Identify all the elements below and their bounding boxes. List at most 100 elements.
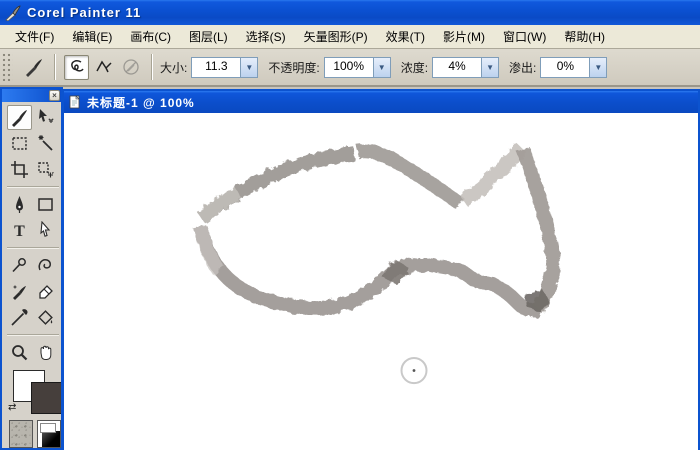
pattern-preview [42,431,60,447]
white-arrow-icon [40,221,51,237]
paint-bucket-icon [38,310,53,325]
tool-magic-wand[interactable] [33,131,58,156]
tool-dropper[interactable] [7,305,32,330]
divider [7,247,59,249]
opacity-control: 不透明度: 100% ▼ [268,56,391,78]
scissors-icon [12,258,26,273]
toolbox-palette: × T ⇄ [0,87,63,450]
marquee-icon [12,137,27,150]
swap-colors-icon[interactable]: ⇄ [8,402,16,413]
move-arrow-icon [39,109,54,123]
tool-grabber[interactable] [33,340,58,365]
tool-text[interactable]: T [7,218,32,243]
app-paintbrush-icon [5,5,21,21]
tool-selection-adjuster[interactable] [33,157,58,182]
tool-brush[interactable] [7,105,32,130]
property-bar: 大小: 11.3 ▼ 不透明度: 100% ▼ 浓度: 4% ▼ 渗出: 0% … [0,49,700,87]
document-icon [69,95,80,109]
size-control: 大小: 11.3 ▼ [160,56,259,78]
additional-color-swatch[interactable] [31,382,61,414]
media-selectors [7,420,61,448]
resat-dropdown-arrow[interactable]: ▼ [481,57,499,77]
tool-paint-bucket[interactable] [33,305,58,330]
tool-pen[interactable] [7,192,32,217]
opacity-label: 不透明度: [268,60,320,75]
corel-painter-app: { "window": { "title": "Corel Painter 11… [0,0,700,450]
workspace: 未标题-1 @ 100% × T ⇄ [0,87,700,450]
separator [151,54,153,80]
tool-shape-selection[interactable] [33,218,58,243]
app-titlebar[interactable]: Corel Painter 11 [0,0,700,25]
hand-grabber-icon [40,345,52,361]
selection-adjuster-icon [38,162,54,178]
resat-value-field[interactable]: 4% [433,57,482,77]
bleed-label: 渗出: [509,60,537,75]
menu-shapes[interactable]: 矢量图形(P) [295,25,377,48]
rotate-page-icon [38,259,51,271]
pattern-preview-notch [40,423,56,433]
paper-texture-selector[interactable] [9,420,33,448]
brush-indicator [21,54,47,80]
tool-scissors[interactable] [7,253,32,278]
pattern-selector[interactable] [37,420,61,448]
eyedropper-icon [11,309,28,326]
text-tool-icon: T [14,223,25,240]
zigzag-line-icon [95,60,112,73]
resat-label: 浓度: [400,60,429,75]
app-title: Corel Painter 11 [27,5,142,20]
toolbox-close-button[interactable]: × [49,90,60,101]
document-titlebar[interactable]: 未标题-1 @ 100% [64,91,698,113]
menu-movie[interactable]: 影片(M) [434,25,494,48]
tool-rectangular-shape[interactable] [33,192,58,217]
freehand-strokes-button[interactable] [64,54,89,80]
magnifier-icon [12,345,28,361]
tool-magnifier[interactable] [7,340,32,365]
size-value-field[interactable]: 11.3 [192,57,241,77]
menu-effects[interactable]: 效果(T) [377,25,434,48]
tool-rectangular-selection[interactable] [7,131,32,156]
tool-rotate-page[interactable] [33,253,58,278]
menu-select[interactable]: 选择(S) [237,25,295,48]
bleed-control: 渗出: 0% ▼ [509,56,608,78]
tool-eraser[interactable] [33,279,58,304]
fish-sketch [193,143,560,385]
divider [7,334,59,336]
opacity-value-field[interactable]: 100% [324,57,373,77]
freehand-curl-icon [70,60,84,72]
brush-icon [12,110,27,127]
bleed-dropdown-arrow[interactable]: ▼ [589,57,607,77]
document-title: 未标题-1 @ 100% [87,95,195,110]
brush-cursor [400,356,428,385]
eraser-icon [39,285,53,299]
size-dropdown-arrow[interactable]: ▼ [240,57,258,77]
fish-outline [193,143,560,317]
straight-strokes-button[interactable] [91,55,116,80]
toolbar-grip-handle[interactable] [2,53,13,81]
clone-color-button[interactable] [118,55,143,80]
divider [7,186,59,188]
resat-control: 浓度: 4% ▼ [400,56,500,78]
menu-edit[interactable]: 编辑(E) [63,25,121,48]
canvas[interactable] [64,113,698,450]
crossed-brush-icon [122,59,139,75]
tool-grid: T ⇄ [2,102,61,448]
document-window: 未标题-1 @ 100% [62,89,700,450]
opacity-dropdown-arrow[interactable]: ▼ [372,57,390,77]
toolbox-titlebar[interactable]: × [2,89,61,102]
tool-crop[interactable] [7,157,32,182]
magic-wand-icon [38,135,53,151]
pen-nib-icon [16,196,23,213]
tool-cloner[interactable] [7,279,32,304]
size-label: 大小: [160,60,188,75]
tool-layer-adjuster[interactable] [33,105,58,130]
menu-window[interactable]: 窗口(W) [494,25,555,48]
svg-text:T: T [14,223,25,240]
menu-file[interactable]: 文件(F) [6,25,63,48]
menu-canvas[interactable]: 画布(C) [121,25,180,48]
menu-layer[interactable]: 图层(L) [180,25,237,48]
menu-help[interactable]: 帮助(H) [555,25,614,48]
menubar: 文件(F) 编辑(E) 画布(C) 图层(L) 选择(S) 矢量图形(P) 效果… [0,25,700,49]
bleed-value-field[interactable]: 0% [541,57,590,77]
cloner-brush-icon [13,285,26,300]
rectangle-shape-icon [38,198,53,211]
